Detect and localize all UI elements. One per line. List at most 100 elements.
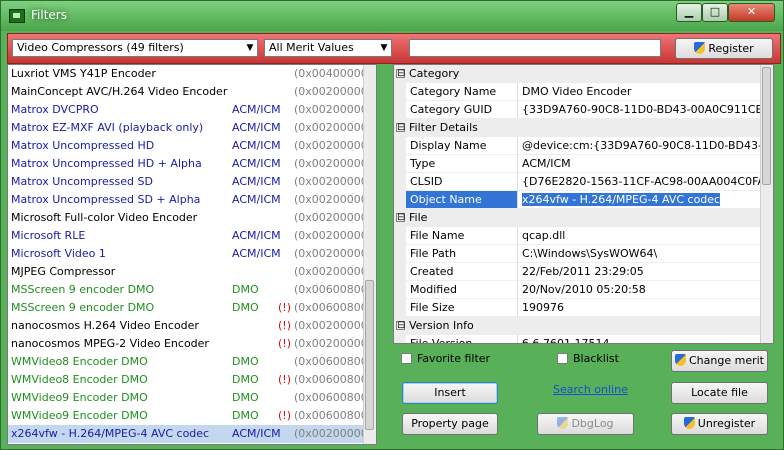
filter-row[interactable]: nanocosmos MPEG-2 Video Encoder (!) (0x002… [8,335,372,353]
maximize-button[interactable]: □ [702,3,728,22]
property-value: {33D9A760-90C8-11D0-BD43-00A0C911CE86} [522,103,763,116]
favorite-filter-label: Favorite filter [417,352,491,365]
property-value-cell[interactable]: 22/Feb/2011 23:29:05 [518,263,763,281]
insert-button[interactable]: Insert [402,382,498,404]
property-row[interactable]: File Path C:\Windows\SysWOW64\ [394,245,773,263]
property-row[interactable]: File Size 190976 [394,299,773,317]
property-value-cell[interactable]: 190976 [518,299,763,317]
property-row[interactable]: Created 22/Feb/2011 23:29:05 [394,263,773,281]
property-gutter [394,83,406,101]
property-value-cell[interactable]: ACM/ICM [518,155,763,173]
property-category[interactable]: ⊟ Version Info [394,317,773,335]
filter-row[interactable]: MJPEG Compressor (0x00200000) [8,263,372,281]
register-button[interactable]: Register [675,38,773,59]
filter-name: MJPEG Compressor [11,265,116,278]
property-value-cell[interactable]: @device:cm:{33D9A760-90C8-11D0-BD43-00A0… [518,137,763,155]
filter-row[interactable]: x264vfw - H.264/MPEG-4 AVC codec ACM/ICM (… [8,425,372,443]
search-online-link[interactable]: Search online [553,383,628,396]
filter-row[interactable]: Microsoft Video 1 ACM/ICM (0x00200000) [8,245,372,263]
property-row[interactable]: Category Name DMO Video Encoder [394,83,773,101]
property-page-button[interactable]: Property page [402,413,498,435]
filter-merit-value: (0x00200000) [294,211,373,224]
dbglog-button[interactable]: DbgLog [537,413,634,435]
filter-toolbar: Video Compressors (49 filters) ▼ All Mer… [7,33,781,64]
collapse-icon[interactable]: ⊟ [396,213,405,223]
category-name: File [409,211,428,224]
checkbox-box[interactable] [557,353,568,364]
filter-row[interactable]: Matrox Uncompressed HD + Alpha ACM/ICM (0x… [8,155,372,173]
filter-row[interactable]: Luxriot VMS Y41P Encoder (0x00400000) [8,65,372,83]
filter-row[interactable]: nanocosmos H.264 Video Encoder (!) (0x0020… [8,317,372,335]
category-name: Category [409,67,460,80]
property-value-cell[interactable]: qcap.dll [518,227,763,245]
chevron-down-icon[interactable]: ▼ [377,40,391,56]
chevron-down-icon[interactable]: ▼ [243,40,257,56]
collapse-icon[interactable]: ⊟ [396,123,405,133]
filter-row[interactable]: MainConcept AVC/H.264 Video Encoder (0x00… [8,83,372,101]
close-button[interactable]: ✕ [728,3,775,22]
property-row[interactable]: Display Name @device:cm:{33D9A760-90C8-11… [394,137,773,155]
property-value-cell[interactable]: 20/Nov/2010 05:20:58 [518,281,763,299]
filter-row[interactable]: Matrox Uncompressed SD + Alpha ACM/ICM (0x… [8,191,372,209]
property-value-cell[interactable]: {D76E2820-1563-11CF-AC98-00AA004C0FA9} [518,173,763,191]
filter-row[interactable]: Matrox EZ-MXF AVI (playback only) ACM/ICM… [8,119,372,137]
filter-row[interactable]: Microsoft Full-color Video Encoder (0x002… [8,209,372,227]
unregister-button[interactable]: Unregister [671,413,768,435]
filters-window: Filters ▁ □ ✕ Video Compressors (49 filt… [0,0,784,450]
filter-row[interactable]: WMVideo8 Encoder DMO DMO (0x00600800) [8,353,372,371]
filter-category-select[interactable]: Video Compressors (49 filters) ▼ [12,39,258,57]
filter-name: WMVideo8 Encoder DMO [11,355,148,368]
property-value-cell[interactable]: DMO Video Encoder [518,83,763,101]
filter-merit-value: (0x00600800) [294,301,373,314]
filter-name: WMVideo9 Encoder DMO [11,409,148,422]
property-row[interactable]: Category GUID {33D9A760-90C8-11D0-BD43-00… [394,101,773,119]
title-bar[interactable]: Filters ▁ □ ✕ [1,1,783,31]
filter-list[interactable]: Luxriot VMS Y41P Encoder (0x00400000) Main… [7,64,377,445]
property-value-cell[interactable]: 6.6.7601.17514 [518,335,763,343]
property-row[interactable]: Modified 20/Nov/2010 05:20:58 [394,281,773,299]
filter-row[interactable]: MSScreen 9 encoder DMO DMO (0x00600800) [8,281,372,299]
filter-merit-value: (0x00200000) [294,427,373,440]
filter-row[interactable]: Microsoft RLE ACM/ICM (0x00200000) [8,227,372,245]
filter-merit-value: (0x00200000) [294,157,373,170]
property-row[interactable]: CLSID {D76E2820-1563-11CF-AC98-00AA004C0F… [394,173,773,191]
change-merit-button[interactable]: Change merit [671,350,768,372]
warning-indicator: (!) [278,337,291,350]
filter-row[interactable]: WMVideo8 Encoder DMO DMO (!) (0x00600800) [8,371,372,389]
property-row[interactable]: Type ACM/ICM [394,155,773,173]
property-value: 190976 [522,301,564,314]
filter-row[interactable]: MSScreen 9 encoder DMO DMO (!) (0x00600800) [8,299,372,317]
search-input[interactable] [409,39,661,57]
filter-name: nanocosmos MPEG-2 Video Encoder [11,337,209,350]
filter-list-scrollbar[interactable] [363,65,376,444]
filter-merit-value: (0x00200000) [294,265,373,278]
filter-row[interactable]: Matrox Uncompressed HD ACM/ICM (0x00200000… [8,137,372,155]
property-value-cell[interactable]: x264vfw - H.264/MPEG-4 AVC codec [518,191,763,209]
property-value-cell[interactable]: C:\Windows\SysWOW64\ [518,245,763,263]
property-value-cell[interactable]: {33D9A760-90C8-11D0-BD43-00A0C911CE86} [518,101,763,119]
property-category[interactable]: ⊟ Filter Details [394,119,773,137]
property-value: 22/Feb/2011 23:29:05 [522,265,644,278]
filter-name: Luxriot VMS Y41P Encoder [11,67,156,80]
property-row[interactable]: File Version 6.6.7601.17514 [394,335,773,343]
property-row[interactable]: File Name qcap.dll [394,227,773,245]
filter-row[interactable]: WMVideo9 Encoder DMO DMO (0x00600800) [8,389,372,407]
scrollbar-thumb[interactable] [762,67,771,185]
collapse-icon[interactable]: ⊟ [396,321,405,331]
minimize-button[interactable]: ▁ [676,3,702,22]
filter-row[interactable]: Matrox DVCPRO ACM/ICM (0x00200000) [8,101,372,119]
property-grid[interactable]: ⊟ Category Category Name DMO Video Encoder C… [393,64,774,344]
locate-file-button[interactable]: Locate file [671,382,768,404]
merit-select[interactable]: All Merit Values ▼ [264,39,392,57]
scrollbar-thumb[interactable] [365,280,374,430]
checkbox-box[interactable] [401,353,412,364]
filter-row[interactable]: WMVideo9 Encoder DMO DMO (!) (0x00600800) [8,407,372,425]
filter-merit-type: ACM/ICM [232,139,281,152]
property-category[interactable]: ⊟ Category [394,65,773,83]
filter-row[interactable]: Matrox Uncompressed SD ACM/ICM (0x00200000… [8,173,372,191]
property-row[interactable]: Object Name x264vfw - H.264/MPEG-4 AVC co… [394,191,773,209]
property-category[interactable]: ⊟ File [394,209,773,227]
collapse-icon[interactable]: ⊟ [396,69,405,79]
property-key: File Size [406,299,518,317]
property-grid-scrollbar[interactable] [760,65,773,343]
